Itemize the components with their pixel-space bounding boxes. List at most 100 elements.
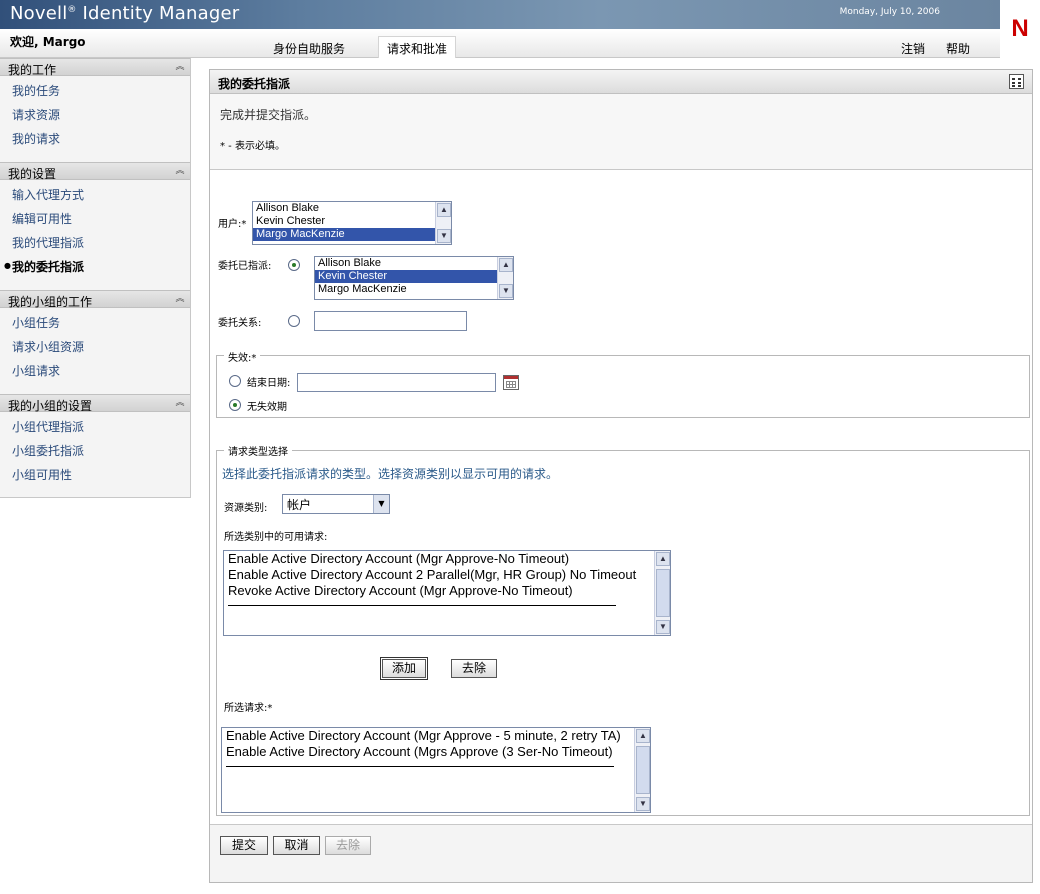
double-chevron-up-icon[interactable]: ︽ xyxy=(173,396,187,410)
list-divider xyxy=(228,605,616,606)
user-option[interactable]: Allison Blake xyxy=(253,202,451,215)
nav-bar: 欢迎, Margo 身份自助服务 请求和批准 注销 帮助 xyxy=(0,29,1000,58)
scroll-thumb[interactable] xyxy=(656,569,670,617)
delegate-listbox[interactable]: Allison Blake Kevin Chester Margo MacKen… xyxy=(314,256,514,300)
product-name: Identity Manager xyxy=(82,3,240,24)
submit-button[interactable]: 提交 xyxy=(220,836,268,855)
sidebar-item-proxy-mode[interactable]: 输入代理方式 xyxy=(12,186,84,203)
page-title: 我的委托指派 xyxy=(218,77,291,91)
scroll-up-icon[interactable]: ▲ xyxy=(499,258,513,272)
selected-requests-scrollbar[interactable]: ▲ ▼ xyxy=(634,728,650,812)
double-chevron-up-icon[interactable]: ︽ xyxy=(173,292,187,306)
user-option-selected[interactable]: Margo MacKenzie xyxy=(253,228,451,241)
app-title: Novell® Identity Manager xyxy=(10,3,239,24)
welcome-text: 欢迎, Margo xyxy=(10,35,86,49)
sidebar-section-team-settings[interactable]: 我的小组的设置 ︽ xyxy=(0,394,190,413)
delegate-relation-radio[interactable] xyxy=(288,315,300,327)
sidebar-section-team-work[interactable]: 我的小组的工作 ︽ xyxy=(0,290,190,309)
add-button[interactable]: 添加 xyxy=(380,657,428,680)
sidebar-item-my-tasks[interactable]: 我的任务 xyxy=(12,82,60,99)
sidebar-section-title: 我的小组的设置 xyxy=(8,399,93,413)
double-chevron-up-icon[interactable]: ︽ xyxy=(173,60,187,74)
novell-logo: N xyxy=(1000,0,1040,58)
user-listbox[interactable]: Allison Blake Kevin Chester Margo MacKen… xyxy=(252,201,452,245)
selected-request-item[interactable]: Enable Active Directory Account (Mgrs Ap… xyxy=(222,744,650,760)
delegate-option[interactable]: Margo MacKenzie xyxy=(315,283,513,296)
sidebar-item-my-delegate-assignments[interactable]: 我的委托指派 xyxy=(12,258,84,275)
date-display: Monday, July 10, 2006 xyxy=(839,7,940,17)
sidebar-section-my-work[interactable]: 我的工作 ︽ xyxy=(0,58,190,77)
sidebar-item-team-requests[interactable]: 小组请求 xyxy=(12,362,60,379)
app-header: Novell® Identity Manager Monday, July 10… xyxy=(0,0,1040,58)
layout-grid-icon[interactable] xyxy=(1009,74,1024,89)
resource-category-select[interactable]: 帐户 ▼ xyxy=(282,494,390,514)
available-request-item[interactable]: Enable Active Directory Account 2 Parall… xyxy=(224,567,670,583)
user-option[interactable]: Kevin Chester xyxy=(253,215,451,228)
request-type-hint: 选择此委托指派请求的类型。选择资源类别以显示可用的请求。 xyxy=(222,467,559,481)
sidebar-item-team-proxy-assignments[interactable]: 小组代理指派 xyxy=(12,418,84,435)
chevron-down-icon[interactable]: ▼ xyxy=(373,495,389,513)
sidebar-item-team-tasks[interactable]: 小组任务 xyxy=(12,314,60,331)
expiry-legend: 失效:* xyxy=(224,349,261,364)
delegate-assigned-radio[interactable] xyxy=(288,259,300,271)
double-chevron-up-icon[interactable]: ︽ xyxy=(173,164,187,178)
help-link[interactable]: 帮助 xyxy=(938,37,978,58)
scroll-up-icon[interactable]: ▲ xyxy=(656,552,670,566)
selected-requests-listbox[interactable]: Enable Active Directory Account (Mgr App… xyxy=(221,727,651,813)
user-listbox-scrollbar[interactable]: ▲ ▼ xyxy=(435,202,451,244)
user-label: 用户:* xyxy=(218,219,247,230)
sidebar-section-title: 我的小组的工作 xyxy=(8,295,93,309)
end-date-label: 结束日期: xyxy=(247,378,291,389)
panel-intro: 完成并提交指派。 * - 表示必填。 xyxy=(210,94,1032,170)
available-requests-scrollbar[interactable]: ▲ ▼ xyxy=(654,551,670,635)
scroll-up-icon[interactable]: ▲ xyxy=(437,203,451,217)
selected-request-item[interactable]: Enable Active Directory Account (Mgr App… xyxy=(222,728,650,744)
calendar-icon[interactable] xyxy=(503,375,519,390)
required-note: * - 表示必填。 xyxy=(220,141,285,152)
remove-button[interactable]: 去除 xyxy=(451,659,497,678)
delegate-option-selected[interactable]: Kevin Chester xyxy=(315,270,513,283)
end-date-radio[interactable] xyxy=(229,375,241,387)
available-requests-listbox[interactable]: Enable Active Directory Account (Mgr App… xyxy=(223,550,671,636)
cancel-button[interactable]: 取消 xyxy=(273,836,320,855)
scroll-thumb[interactable] xyxy=(636,746,650,794)
sidebar-section-title: 我的设置 xyxy=(8,167,57,181)
scroll-down-icon[interactable]: ▼ xyxy=(499,284,513,298)
delegate-relation-label: 委托关系: xyxy=(218,318,262,329)
sidebar-item-edit-availability[interactable]: 编辑可用性 xyxy=(12,210,72,227)
scroll-down-icon[interactable]: ▼ xyxy=(437,229,451,243)
request-type-legend: 请求类型选择 xyxy=(224,443,292,458)
banner: Novell® Identity Manager Monday, July 10… xyxy=(0,0,1000,29)
available-requests-label: 所选类别中的可用请求: xyxy=(224,532,328,543)
sidebar-item-my-proxy-assignments[interactable]: 我的代理指派 xyxy=(12,234,84,251)
no-expiry-label: 无失效期 xyxy=(247,402,287,413)
available-request-item[interactable]: Revoke Active Directory Account (Mgr App… xyxy=(224,583,670,599)
list-divider xyxy=(226,766,614,767)
scroll-down-icon[interactable]: ▼ xyxy=(636,797,650,811)
sidebar-item-request-resources[interactable]: 请求资源 xyxy=(12,106,60,123)
no-expiry-radio[interactable] xyxy=(229,399,241,411)
resource-category-value: 帐户 xyxy=(287,498,312,512)
sidebar-item-team-availability[interactable]: 小组可用性 xyxy=(12,466,72,483)
sidebar-item-request-team-resources[interactable]: 请求小组资源 xyxy=(12,338,84,355)
intro-text: 完成并提交指派。 xyxy=(220,108,317,122)
delegate-assignment-panel: 我的委托指派 完成并提交指派。 * - 表示必填。 用户:* Allison B… xyxy=(209,69,1033,883)
end-date-field[interactable] xyxy=(297,373,496,392)
sidebar: 我的工作 ︽ 我的任务 请求资源 我的请求 我的设置 ︽ 输入代理方式 编辑可用性 … xyxy=(0,58,191,498)
panel-footer: 提交 取消 去除 xyxy=(210,824,1032,882)
available-request-item[interactable]: Enable Active Directory Account (Mgr App… xyxy=(224,551,670,567)
tab-identity-self-service[interactable]: 身份自助服务 xyxy=(265,37,353,58)
delegate-assigned-label: 委托已指派: xyxy=(218,261,272,272)
logout-link[interactable]: 注销 xyxy=(893,37,933,58)
tab-requests-approvals[interactable]: 请求和批准 xyxy=(378,36,457,58)
sidebar-item-team-delegate-assignments[interactable]: 小组委托指派 xyxy=(12,442,84,459)
sidebar-section-title: 我的工作 xyxy=(8,63,57,77)
delegate-relation-field[interactable] xyxy=(314,311,467,331)
delegate-option[interactable]: Allison Blake xyxy=(315,257,513,270)
panel-header: 我的委托指派 xyxy=(210,70,1032,94)
delegate-listbox-scrollbar[interactable]: ▲ ▼ xyxy=(497,257,513,299)
scroll-down-icon[interactable]: ▼ xyxy=(656,620,670,634)
scroll-up-icon[interactable]: ▲ xyxy=(636,729,650,743)
sidebar-item-my-requests[interactable]: 我的请求 xyxy=(12,130,60,147)
sidebar-section-my-settings[interactable]: 我的设置 ︽ xyxy=(0,162,190,181)
